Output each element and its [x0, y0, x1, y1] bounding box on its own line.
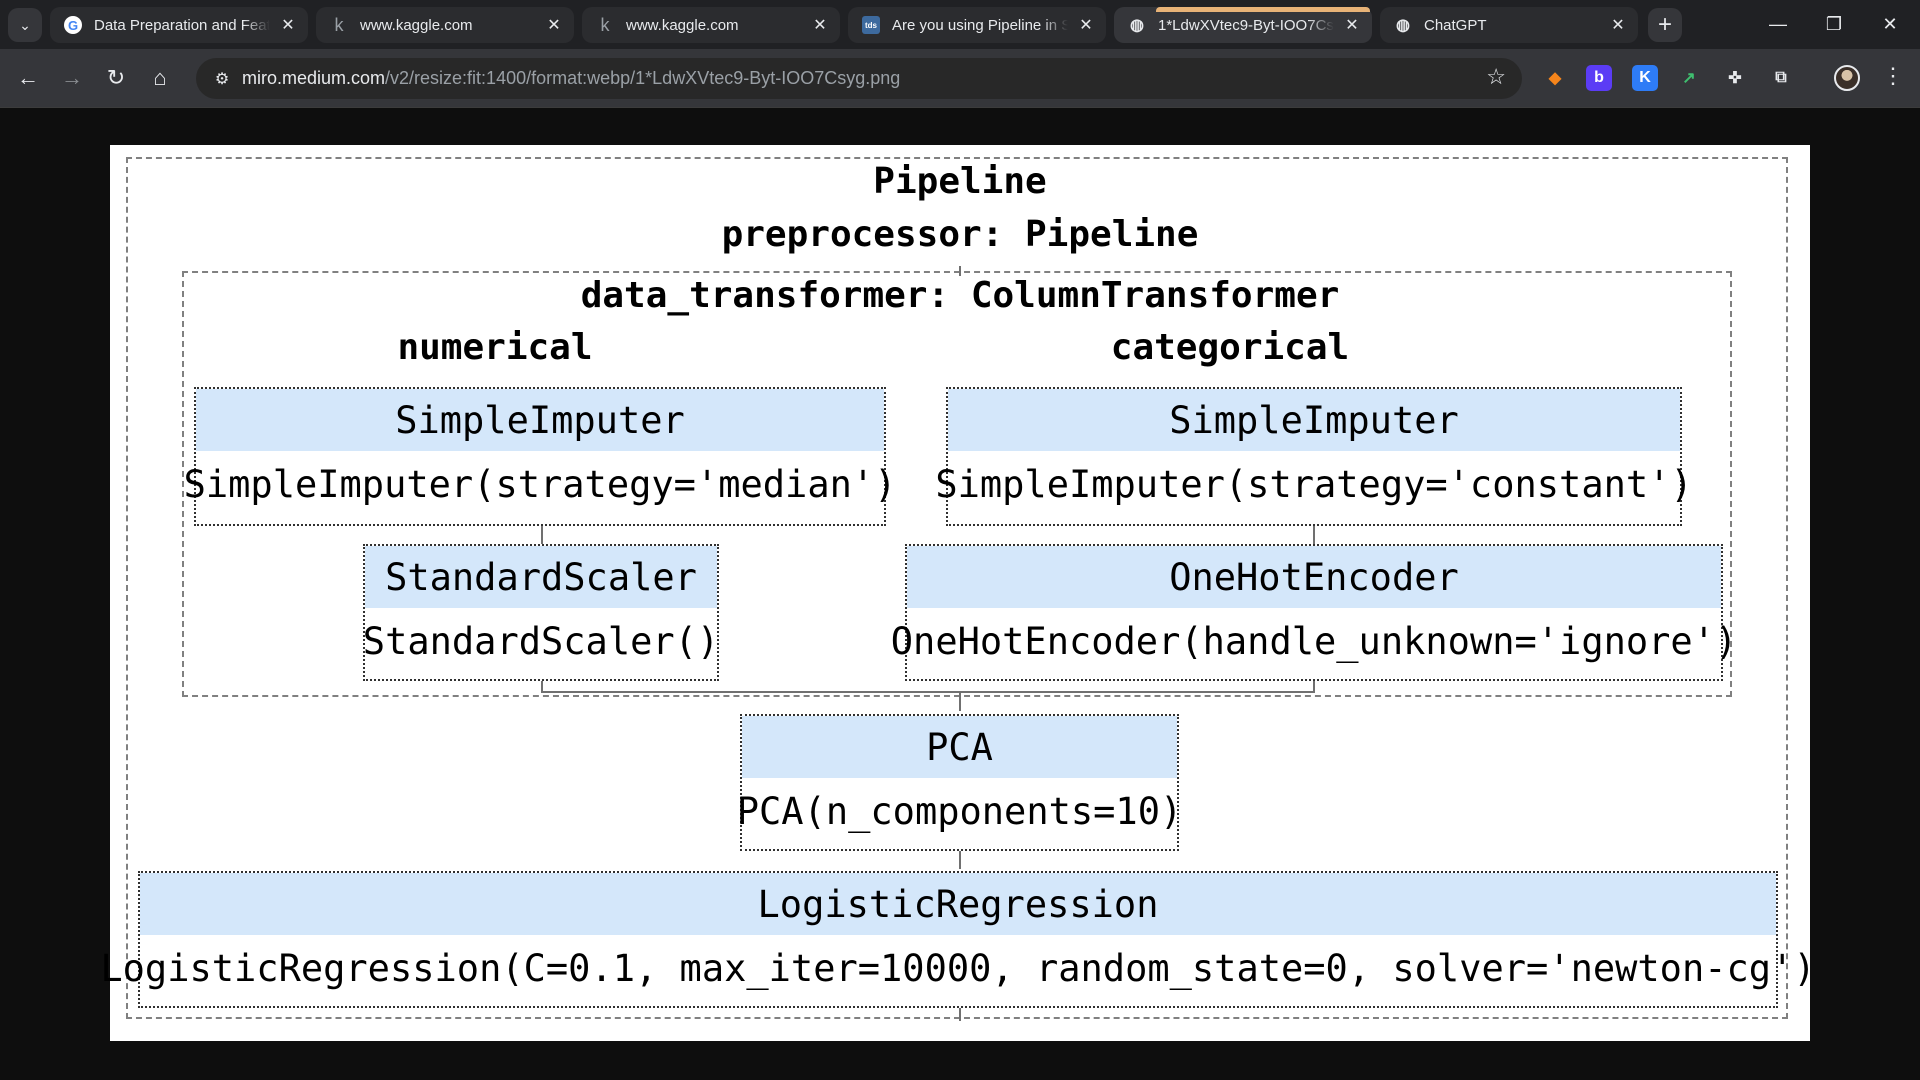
estimator-name: SimpleImputer [196, 389, 884, 451]
minimize-button[interactable]: — [1750, 0, 1806, 49]
image-viewer: Pipeline preprocessor: Pipeline data_tra… [0, 109, 1920, 1080]
tab-1[interactable]: k www.kaggle.com ✕ [316, 7, 574, 43]
estimator-params: PCA(n_components=10) [736, 789, 1183, 833]
forward-button[interactable]: → [54, 60, 90, 96]
close-icon: ✕ [1882, 14, 1898, 34]
forward-arrow-icon: → [61, 65, 83, 90]
estimator-name: PCA [742, 716, 1177, 778]
close-icon[interactable]: ✕ [1342, 15, 1362, 35]
close-icon[interactable]: ✕ [278, 15, 298, 35]
site-info-icon[interactable]: ⚙ [202, 59, 242, 99]
connector-line [959, 691, 961, 711]
globe-icon: ◍ [1130, 17, 1144, 34]
estimator-params: StandardScaler() [362, 619, 720, 663]
pipeline-title: Pipeline [873, 161, 1047, 202]
tab-strip: ⌄ G Data Preparation and Featu ✕ k www.k… [0, 0, 1920, 49]
numerical-imputer-box[interactable]: SimpleImputer SimpleImputer(strategy='me… [183, 387, 897, 526]
close-icon[interactable]: ✕ [1076, 15, 1096, 35]
close-icon[interactable]: ✕ [544, 15, 564, 35]
home-icon: ⌂ [153, 65, 167, 90]
estimator-name: SimpleImputer [948, 389, 1680, 451]
preprocessor-label: preprocessor: Pipeline [721, 214, 1199, 255]
tab-accent-bar [1156, 7, 1370, 12]
pca-box[interactable]: PCA PCA(n_components=10) [736, 714, 1183, 851]
tab-search-button[interactable]: ⌄ [8, 8, 42, 42]
estimator-name: LogisticRegression [140, 873, 1776, 935]
column-transformer-label: data_transformer: ColumnTransformer [580, 275, 1340, 316]
bookmark-star-icon[interactable]: ☆ [1486, 64, 1506, 90]
close-icon[interactable]: ✕ [810, 15, 830, 35]
menu-icon[interactable]: ⋮ [1882, 63, 1904, 89]
connector-line [959, 849, 961, 869]
tab-4-active[interactable]: ◍ 1*LdwXVtec9-Byt-IOO7Csy ✕ [1114, 7, 1372, 43]
tools-icon[interactable]: ✜ [1722, 65, 1748, 91]
restore-button[interactable]: ❐ [1806, 0, 1862, 49]
tab-0[interactable]: G Data Preparation and Featu ✕ [50, 7, 308, 43]
minimize-icon: — [1769, 14, 1787, 34]
keplr-icon[interactable]: K [1632, 65, 1658, 91]
kaggle-icon: k [334, 14, 344, 35]
plus-icon: + [1657, 11, 1672, 38]
pipeline-diagram-image: Pipeline preprocessor: Pipeline data_tra… [100, 145, 1816, 1041]
reload-icon: ↻ [106, 65, 126, 90]
google-icon: G [64, 16, 82, 34]
estimator-params: SimpleImputer(strategy='median') [183, 462, 897, 506]
tab-2[interactable]: k www.kaggle.com ✕ [582, 7, 840, 43]
close-icon[interactable]: ✕ [1608, 15, 1628, 35]
estimator-params: SimpleImputer(strategy='constant') [935, 462, 1693, 506]
url-path: /v2/resize:fit:1400/format:webp/1*LdwXVt… [385, 68, 901, 88]
tab-title: Data Preparation and Featu [94, 16, 270, 34]
extensions-puzzle-icon[interactable]: ⧉ [1768, 65, 1794, 91]
profile-avatar[interactable] [1834, 65, 1860, 91]
estimator-name: StandardScaler [365, 546, 717, 608]
standard-scaler-box[interactable]: StandardScaler StandardScaler() [363, 544, 719, 681]
estimator-params: LogisticRegression(C=0.1, max_iter=10000… [100, 946, 1816, 990]
tab-title: www.kaggle.com [360, 16, 473, 34]
chart-extension-icon[interactable]: ↗ [1676, 65, 1702, 91]
numerical-label: numerical [397, 327, 593, 368]
new-tab-button[interactable]: + [1648, 8, 1682, 42]
categorical-imputer-box[interactable]: SimpleImputer SimpleImputer(strategy='co… [935, 387, 1693, 526]
url-text[interactable]: miro.medium.com/v2/resize:fit:1400/forma… [242, 68, 900, 89]
tab-3[interactable]: tds Are you using Pipeline in S ✕ [848, 7, 1106, 43]
tab-5[interactable]: ◍ ChatGPT ✕ [1380, 7, 1638, 43]
connector-line [959, 266, 961, 276]
browser-toolbar: ← → ↻ ⌂ ⚙ miro.medium.com/v2/resize:fit:… [0, 49, 1920, 108]
reload-button[interactable]: ↻ [98, 60, 134, 96]
connector-line [541, 691, 1315, 693]
tab-title: www.kaggle.com [626, 16, 739, 34]
tab-title: 1*LdwXVtec9-Byt-IOO7Csy [1158, 16, 1334, 34]
metamask-icon[interactable]: ◆ [1542, 65, 1568, 91]
back-button[interactable]: ← [10, 60, 46, 96]
one-hot-encoder-box[interactable]: OneHotEncoder OneHotEncoder(handle_unkno… [890, 544, 1738, 681]
chevron-down-icon: ⌄ [19, 16, 31, 33]
tab-title: ChatGPT [1424, 16, 1487, 34]
logistic-regression-box[interactable]: LogisticRegression LogisticRegression(C=… [100, 871, 1816, 1008]
back-arrow-icon: ← [17, 65, 39, 90]
tds-icon: tds [862, 16, 880, 34]
pocket-icon[interactable]: b [1586, 65, 1612, 91]
window-close-button[interactable]: ✕ [1862, 0, 1918, 49]
restore-icon: ❐ [1825, 14, 1843, 34]
url-host: miro.medium.com [242, 68, 386, 88]
estimator-name: OneHotEncoder [907, 546, 1721, 608]
chatgpt-icon: ◍ [1396, 17, 1410, 34]
estimator-params: OneHotEncoder(handle_unknown='ignore') [890, 619, 1738, 663]
kaggle-icon: k [600, 14, 610, 35]
categorical-label: categorical [1110, 327, 1350, 368]
tab-title: Are you using Pipeline in S [892, 16, 1068, 34]
address-bar[interactable]: ⚙ miro.medium.com/v2/resize:fit:1400/for… [196, 58, 1522, 99]
home-button[interactable]: ⌂ [142, 60, 178, 96]
